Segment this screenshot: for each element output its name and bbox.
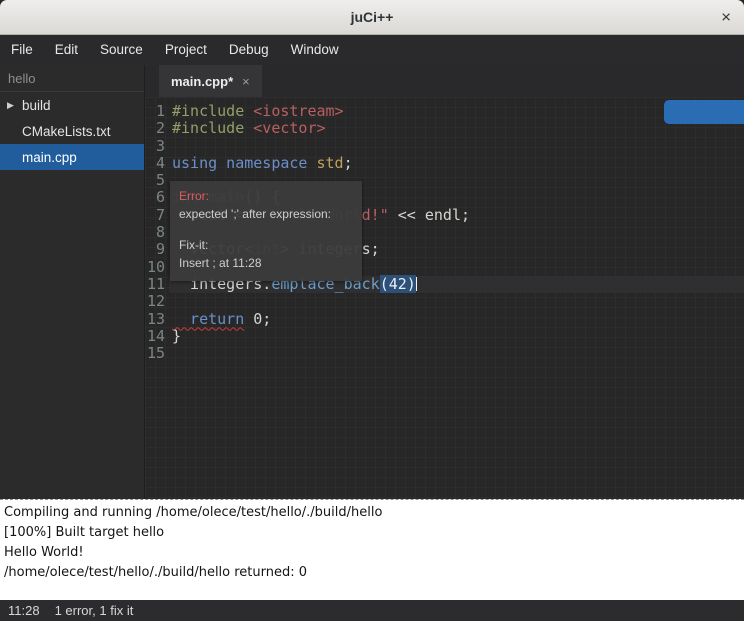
tab-label: main.cpp* <box>171 74 233 89</box>
line-number: 11 <box>145 276 169 293</box>
file-sidebar: hello ▶ build CMakeLists.txt main.cpp <box>0 65 145 499</box>
scrollbar-thumb[interactable] <box>664 100 744 124</box>
tree-item-main-cpp[interactable]: main.cpp <box>0 144 144 170</box>
status-bar: 11:28 1 error, 1 fix it <box>0 600 744 621</box>
menu-item-window[interactable]: Window <box>280 35 350 65</box>
text-caret <box>416 277 418 291</box>
tooltip-error-text: expected ';' after expression: <box>179 205 353 223</box>
tree-item-build[interactable]: ▶ build <box>0 92 144 118</box>
line-number: 14 <box>145 328 169 345</box>
line-number: 5 <box>145 172 169 189</box>
tree-item-cmakelists-txt[interactable]: CMakeLists.txt <box>0 118 144 144</box>
app-window: juCi++ × FileEditSourceProjectDebugWindo… <box>0 0 744 621</box>
menu-item-debug[interactable]: Debug <box>218 35 280 65</box>
code-text: #include <iostream> <box>169 103 744 120</box>
code-text: } <box>169 328 744 345</box>
file-tree: ▶ build CMakeLists.txt main.cpp <box>0 92 144 170</box>
diagnostic-tooltip: Error: expected ';' after expression: Fi… <box>170 181 362 281</box>
diagnostic-status[interactable]: 1 error, 1 fix it <box>55 603 134 618</box>
line-number: 15 <box>145 345 169 362</box>
content-area: hello ▶ build CMakeLists.txt main.cpp main.… <box>0 65 744 499</box>
code-text: #include <vector> <box>169 120 744 137</box>
line-number: 2 <box>145 120 169 137</box>
code-text <box>169 138 744 155</box>
code-text: using namespace std; <box>169 155 744 172</box>
line-number: 8 <box>145 224 169 241</box>
menu-item-source[interactable]: Source <box>89 35 154 65</box>
line-number: 7 <box>145 207 169 224</box>
code-text <box>169 345 744 362</box>
code-line-4[interactable]: 4using namespace std; <box>145 155 744 172</box>
code-line-2[interactable]: 2#include <vector> <box>145 120 744 137</box>
code-line-1[interactable]: 1#include <iostream> <box>145 103 744 120</box>
tooltip-spacer <box>179 223 353 236</box>
code-line-14[interactable]: 14} <box>145 328 744 345</box>
code-line-12[interactable]: 12 <box>145 293 744 310</box>
title-bar: juCi++ × <box>0 0 744 35</box>
tab-main-cpp[interactable]: main.cpp* × <box>159 65 262 97</box>
menu-item-file[interactable]: File <box>0 35 44 65</box>
window-close-icon[interactable]: × <box>721 9 731 26</box>
window-title: juCi++ <box>351 9 394 25</box>
expander-arrow-icon[interactable]: ▶ <box>7 100 14 111</box>
line-number: 13 <box>145 311 169 328</box>
line-number: 9 <box>145 241 169 258</box>
terminal-line: [100%] Built target hello <box>4 523 740 543</box>
terminal-line: /home/olece/test/hello/./build/hello ret… <box>4 563 740 583</box>
line-number: 6 <box>145 189 169 206</box>
menu-item-edit[interactable]: Edit <box>44 35 89 65</box>
code-line-15[interactable]: 15 <box>145 345 744 362</box>
tab-bar: main.cpp* × <box>145 65 744 97</box>
menu-bar: FileEditSourceProjectDebugWindow <box>0 35 744 65</box>
code-text: return 0; <box>169 311 744 328</box>
tooltip-error-label: Error: <box>179 187 353 205</box>
line-number: 3 <box>145 138 169 155</box>
tooltip-fixit-text: Insert ; at 11:28 <box>179 254 353 272</box>
tree-item-label: build <box>22 98 51 113</box>
line-number: 10 <box>145 259 169 276</box>
project-root-label: hello <box>0 65 144 92</box>
code-line-13[interactable]: 13 return 0; <box>145 311 744 328</box>
line-number: 1 <box>145 103 169 120</box>
tree-item-label: CMakeLists.txt <box>22 124 111 139</box>
line-number: 4 <box>145 155 169 172</box>
terminal-line: Hello World! <box>4 543 740 563</box>
code-text <box>169 293 744 310</box>
tree-item-label: main.cpp <box>22 150 77 165</box>
terminal-line: Compiling and running /home/olece/test/h… <box>4 503 740 523</box>
output-terminal[interactable]: Compiling and running /home/olece/test/h… <box>0 499 744 600</box>
menu-item-project[interactable]: Project <box>154 35 218 65</box>
tab-close-icon[interactable]: × <box>242 74 250 89</box>
tooltip-fixit-label: Fix-it: <box>179 236 353 254</box>
code-line-3[interactable]: 3 <box>145 138 744 155</box>
editor-pane: main.cpp* × 1#include <iostream>2#includ… <box>145 65 744 499</box>
cursor-position: 11:28 <box>8 603 40 618</box>
line-number: 12 <box>145 293 169 310</box>
code-editor[interactable]: 1#include <iostream>2#include <vector>34… <box>145 97 744 499</box>
